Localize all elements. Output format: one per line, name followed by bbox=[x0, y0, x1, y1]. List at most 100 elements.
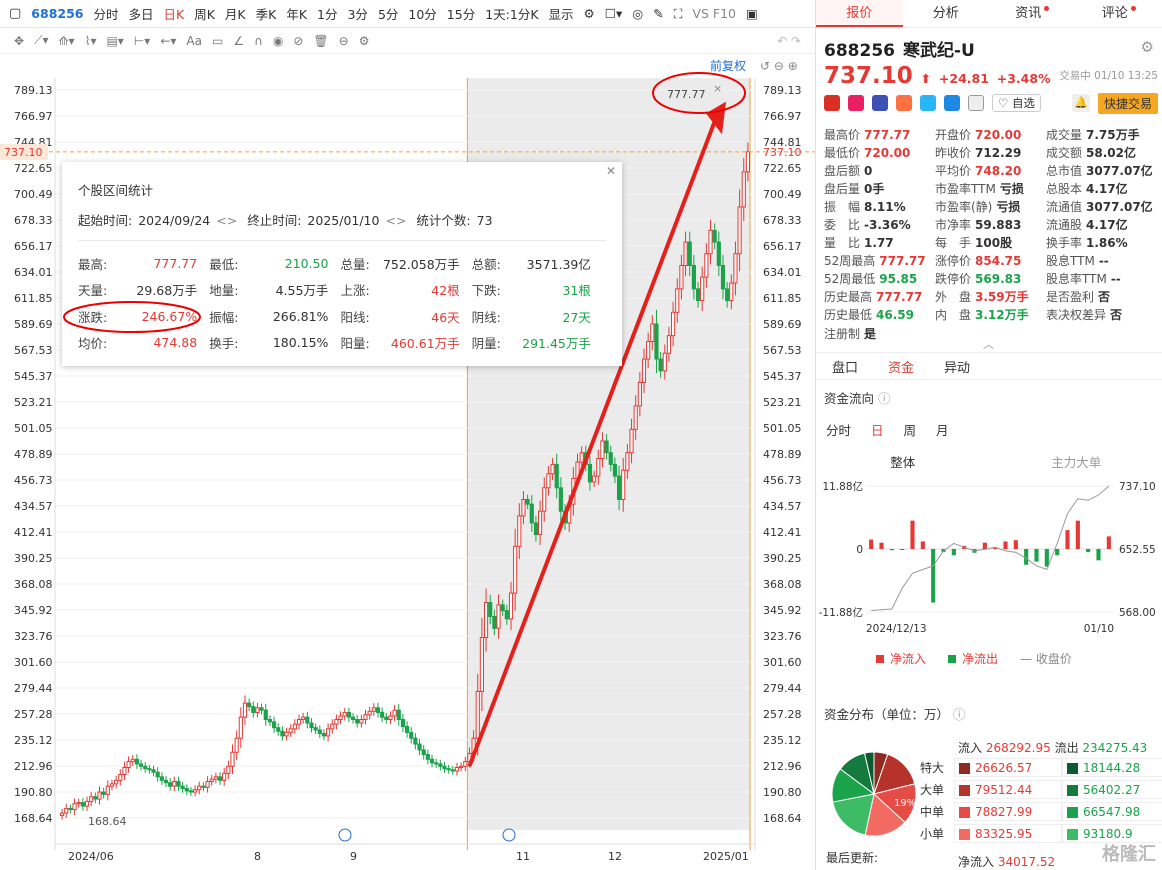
range-arrow-icon[interactable]: <> bbox=[216, 213, 237, 228]
settings-icon[interactable]: ⚙ bbox=[581, 6, 598, 21]
sub-tab[interactable]: 盘口 bbox=[832, 357, 858, 376]
flow-bar bbox=[1086, 549, 1091, 553]
quick-trade-button[interactable]: 快捷交易 bbox=[1097, 93, 1158, 114]
period-tab[interactable]: 15分 bbox=[444, 4, 478, 23]
vs-f10-button[interactable]: VS F10 bbox=[689, 6, 739, 21]
zoom-controls-icon[interactable]: ↺ ⊖ ⊕ bbox=[760, 59, 798, 73]
period-tab[interactable]: 1天:1分K bbox=[482, 4, 541, 23]
add-watchlist-button[interactable]: ♡ 自选 bbox=[992, 94, 1041, 112]
move-icon[interactable]: ✥ bbox=[14, 34, 24, 48]
event-marker-icon[interactable] bbox=[502, 828, 516, 842]
arrow-tool-icon[interactable]: ←▾ bbox=[160, 34, 176, 48]
y-tick-right: 279.44 bbox=[763, 682, 802, 695]
sub-tab[interactable]: 异动 bbox=[944, 357, 970, 376]
pen-icon[interactable]: ✎ bbox=[650, 6, 666, 21]
period-tab[interactable]: 3分 bbox=[344, 4, 370, 23]
undo-redo-icons[interactable]: ↶ ↷ bbox=[777, 34, 801, 48]
candle-body bbox=[542, 487, 547, 512]
candle-body bbox=[155, 771, 160, 778]
measure-tool-icon[interactable]: ⊢▾ bbox=[134, 34, 150, 48]
sub-tab[interactable]: 资金 bbox=[888, 357, 914, 376]
hide-icon[interactable]: ⊘ bbox=[293, 34, 303, 48]
flow-tab[interactable]: 主力大单 bbox=[990, 452, 1162, 471]
period-option[interactable]: 分时 bbox=[826, 420, 851, 439]
quote-tab[interactable]: 评论 bbox=[1076, 0, 1162, 27]
flow-tab[interactable]: 整体 bbox=[816, 452, 990, 471]
fib-tool-icon[interactable]: ▤▾ bbox=[106, 34, 123, 48]
stock-code[interactable]: 688256 bbox=[28, 6, 86, 21]
last-updated: 最后更新: bbox=[826, 849, 878, 866]
eye-icon[interactable]: ◉ bbox=[273, 34, 283, 48]
candle-body bbox=[700, 276, 705, 302]
quote-row: 历史最低 46.59 内 盘 3.12万手 表决权差异否 bbox=[824, 306, 1162, 324]
stat-label: 阳线: bbox=[340, 309, 370, 325]
period-tab[interactable]: 分时 bbox=[90, 4, 121, 23]
camera-icon[interactable]: ◎ bbox=[629, 6, 646, 21]
gear-icon[interactable]: ⚙ bbox=[1141, 38, 1154, 56]
quote-cell: 量 比 1.77 bbox=[824, 234, 935, 251]
period-option[interactable]: 周 bbox=[904, 420, 917, 439]
period-tab[interactable]: 年K bbox=[283, 4, 310, 23]
window-icon[interactable]: ▣ bbox=[743, 6, 761, 21]
collapse-chevron-icon[interactable]: ︿ bbox=[983, 336, 994, 352]
period-tab[interactable]: 月K bbox=[222, 4, 249, 23]
dist-out-swatch bbox=[1067, 762, 1078, 774]
fund-dist-pie: 19% bbox=[831, 751, 917, 837]
angle-tool-icon[interactable]: ∠ bbox=[233, 34, 244, 48]
period-tab[interactable]: 5分 bbox=[375, 4, 401, 23]
y-tick-left: 301.60 bbox=[14, 656, 53, 669]
range-arrow-icon[interactable]: <> bbox=[385, 213, 406, 228]
info-icon[interactable]: ⓘ bbox=[953, 707, 966, 722]
chat-icon[interactable] bbox=[848, 95, 864, 111]
wave-tool-icon[interactable]: ⌇▾ bbox=[85, 34, 97, 48]
legend-close-label: 收盘价 bbox=[1035, 652, 1072, 666]
period-option[interactable]: 日 bbox=[871, 420, 884, 439]
candle-body bbox=[317, 729, 322, 735]
dist-in: 79512.44 bbox=[954, 779, 1062, 799]
period-option[interactable]: 月 bbox=[936, 420, 949, 439]
layout-icon[interactable]: ☐▾ bbox=[602, 6, 625, 21]
candle-body bbox=[359, 718, 364, 724]
period-tab[interactable]: 1分 bbox=[314, 4, 340, 23]
period-tab[interactable]: 周K bbox=[191, 4, 218, 23]
event-marker-icon[interactable] bbox=[338, 828, 352, 842]
panel-icon[interactable]: ▢ bbox=[6, 6, 24, 21]
period-tab[interactable]: 日K bbox=[161, 4, 188, 23]
quote-tab[interactable]: 报价 bbox=[816, 0, 903, 27]
line-tool-icon[interactable]: ⟋▾ bbox=[34, 33, 48, 48]
quote-tab[interactable]: 资讯 bbox=[989, 0, 1076, 27]
period-tab[interactable]: 多日 bbox=[126, 4, 157, 23]
magnet-icon[interactable]: ∩ bbox=[254, 34, 263, 48]
text-tool-icon[interactable]: Aa bbox=[186, 34, 202, 48]
y-tick-left: 257.28 bbox=[14, 708, 53, 721]
period-tab[interactable]: 季K bbox=[253, 4, 280, 23]
quote-value: 否 bbox=[1110, 308, 1123, 323]
quote-value: 8.11% bbox=[864, 199, 906, 214]
chart-icon[interactable] bbox=[896, 95, 912, 111]
dist-row: 中单 78827.99 66547.98 bbox=[920, 800, 1162, 822]
fuquan-label[interactable]: 前复权 bbox=[710, 58, 746, 73]
info-icon[interactable]: ⓘ bbox=[878, 391, 891, 406]
delete-icon[interactable]: 🗑 bbox=[313, 34, 328, 48]
close-icon[interactable]: × bbox=[713, 82, 722, 95]
quote-cell: 每 手 100股 bbox=[935, 234, 1046, 251]
book-icon[interactable] bbox=[968, 95, 984, 111]
link-icon[interactable]: ⊖ bbox=[339, 34, 349, 48]
compare-icon[interactable] bbox=[920, 95, 936, 111]
period-tab[interactable]: 显示 bbox=[546, 4, 577, 23]
tag-icon[interactable] bbox=[944, 95, 960, 111]
inflow-label: 流入 bbox=[958, 741, 983, 755]
stat-label: 阴线: bbox=[471, 309, 501, 325]
database-icon[interactable] bbox=[872, 95, 888, 111]
fullscreen-icon[interactable]: ⛶ bbox=[671, 6, 686, 22]
flag-icon[interactable] bbox=[824, 95, 840, 111]
note-tool-icon[interactable]: ▭ bbox=[212, 34, 223, 48]
flow-bar bbox=[1044, 549, 1049, 567]
quote-tab[interactable]: 分析 bbox=[903, 0, 990, 27]
period-tab[interactable]: 10分 bbox=[405, 4, 439, 23]
candle-body bbox=[434, 762, 439, 765]
config-icon[interactable]: ⚙ bbox=[359, 34, 370, 48]
channel-tool-icon[interactable]: ⟰▾ bbox=[59, 34, 75, 48]
close-icon[interactable]: ✕ bbox=[606, 164, 616, 178]
bell-icon[interactable]: 🔔 bbox=[1072, 94, 1090, 112]
